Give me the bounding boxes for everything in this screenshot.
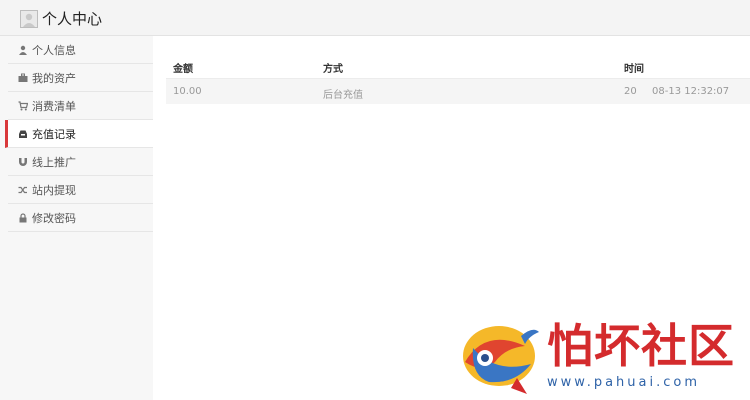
- briefcase-icon: [18, 73, 28, 83]
- page-title: 个人中心: [42, 10, 103, 28]
- header-bar: 个人中心: [0, 0, 750, 36]
- sidebar-item-recharge-records[interactable]: 充值记录: [5, 120, 153, 148]
- inbox-icon: [18, 129, 28, 139]
- sidebar-item-promotion[interactable]: 线上推广: [8, 148, 153, 176]
- cell-amount: 10.00: [173, 86, 202, 97]
- magnet-icon: [18, 157, 28, 167]
- watermark-site-name: 怕坏社区: [547, 319, 735, 373]
- sidebar-item-profile[interactable]: 个人信息: [8, 36, 153, 64]
- sidebar-item-label: 消费清单: [32, 99, 76, 113]
- recharge-table: 金额 方式 时间 10.00 后台充值 20 08-13 12:32:07: [166, 53, 750, 104]
- avatar[interactable]: [20, 10, 38, 28]
- fish-logo-icon: [463, 326, 539, 394]
- sidebar-item-label: 修改密码: [32, 211, 76, 225]
- page: 个人中心 个人信息 我的资产 消费清单 充值记录 线上推广 站内提现 修改密码 …: [0, 0, 750, 400]
- sidebar-item-label: 站内提现: [32, 183, 76, 197]
- cart-icon: [18, 100, 28, 111]
- sidebar: 个人信息 我的资产 消费清单 充值记录 线上推广 站内提现 修改密码: [0, 36, 153, 400]
- cell-time-prefix: 20: [624, 86, 637, 97]
- user-icon: [18, 45, 28, 55]
- cell-time: 08-13 12:32:07: [652, 86, 730, 97]
- shuffle-icon: [18, 185, 28, 195]
- sidebar-item-label: 线上推广: [32, 155, 76, 169]
- sidebar-item-label: 我的资产: [32, 71, 76, 85]
- sidebar-item-withdraw[interactable]: 站内提现: [8, 176, 153, 204]
- cell-method: 后台充值: [323, 90, 363, 101]
- sidebar-item-label: 充值记录: [32, 127, 76, 141]
- sidebar-item-purchases[interactable]: 消费清单: [8, 92, 153, 120]
- avatar-placeholder-icon: [23, 13, 35, 27]
- watermark-url: www.pahuai.com: [547, 375, 701, 390]
- sidebar-item-assets[interactable]: 我的资产: [8, 64, 153, 92]
- sidebar-item-change-password[interactable]: 修改密码: [8, 204, 153, 232]
- table-row: 10.00 后台充值 20 08-13 12:32:07: [166, 79, 750, 104]
- column-header-amount: 金额: [173, 64, 193, 75]
- watermark: 怕坏社区 www.pahuai.com: [455, 318, 745, 398]
- table-header: 金额 方式 时间: [166, 53, 750, 79]
- lock-icon: [18, 212, 28, 223]
- sidebar-item-label: 个人信息: [32, 43, 76, 57]
- column-header-method: 方式: [323, 64, 343, 75]
- column-header-time: 时间: [624, 64, 644, 75]
